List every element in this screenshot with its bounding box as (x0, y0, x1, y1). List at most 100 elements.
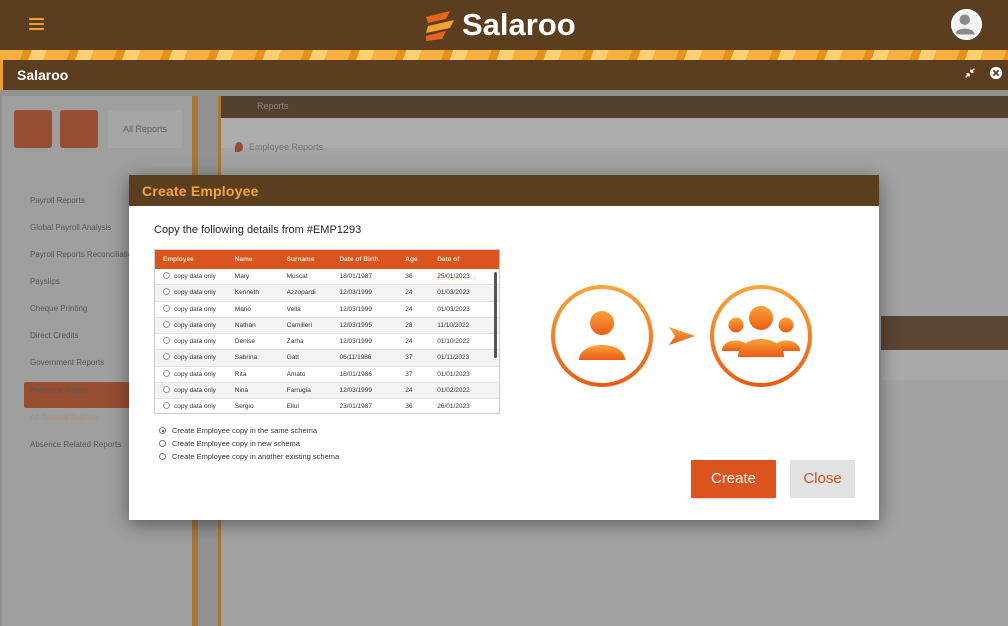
table-row[interactable]: copy data only Denise Zarha 12/03/1999 24 01/… (155, 334, 499, 351)
create-employee-dialog: Create Employee Copy the following detai… (129, 175, 879, 520)
radio-button[interactable] (159, 440, 166, 447)
grid-cell: Kenneth (234, 289, 259, 297)
grid-cell: Zarha (286, 338, 304, 346)
decorative-stripe (0, 50, 1008, 60)
copy-data-option[interactable]: copy data only (155, 318, 227, 333)
copy-data-option[interactable]: copy data only (155, 350, 227, 365)
grid-cell: Amato (286, 370, 306, 378)
table-row[interactable]: copy data only Mary Muscat 18/01/1987 36 25/0… (155, 269, 499, 286)
grid-column-header[interactable]: Surname (279, 250, 332, 269)
copy-option-1[interactable]: Create Employee copy in the same schema (159, 424, 339, 437)
grid-cell: Nina (234, 387, 249, 395)
grid-cell: Nathan (234, 321, 256, 329)
grid-cell: 37 (405, 354, 413, 362)
grid-cell: 25/01/2023 (437, 273, 470, 280)
table-row[interactable]: copy data only Sergio Ellul 23/01/1987 36 26/… (155, 399, 499, 413)
table-row[interactable]: copy data only Nina Farrugia 12/03/1999 24 01… (155, 383, 499, 400)
grid-cell: 24 (405, 305, 413, 313)
grid-cell: 36 (405, 273, 413, 280)
close-icon[interactable] (988, 66, 1004, 82)
row-radio[interactable] (163, 288, 170, 296)
menu-icon[interactable] (29, 18, 44, 31)
copy-illustration (551, 285, 812, 387)
copy-data-option[interactable]: copy data only (155, 367, 227, 382)
table-row[interactable]: copy data only Mario Vella 12/03/1999 24 01/0… (155, 302, 499, 318)
grid-cell: 24 (405, 289, 413, 297)
radio-button[interactable] (159, 453, 166, 460)
close-button[interactable]: Close (790, 460, 855, 498)
grid-cell: Mario (234, 305, 252, 313)
row-option-label: copy data only (174, 273, 216, 280)
radio-label: Create Employee copy in new schema (172, 439, 300, 448)
table-row[interactable]: copy data only Nathan Camilleri 12/03/1995 2… (155, 317, 499, 335)
row-radio[interactable] (163, 353, 170, 361)
salaroo-logo-icon (426, 11, 454, 41)
table-row[interactable]: copy data only Sabrina Gatt 06/11/1986 37 01/… (155, 350, 499, 367)
grid-cell: 26/01/2023 (437, 403, 470, 411)
copy-option-3[interactable]: Create Employee copy in another existing… (159, 450, 339, 463)
grid-cell: 18/01/1987 (339, 273, 373, 280)
grid-column-header[interactable]: Date of Employment (429, 250, 499, 282)
grid-cell: Vella (286, 305, 301, 313)
row-radio[interactable] (163, 272, 170, 279)
grid-cell: 12/03/1999 (339, 387, 373, 395)
grid-cell: 36 (405, 403, 413, 411)
grid-column-header[interactable]: Age (397, 250, 429, 269)
row-radio[interactable] (163, 369, 170, 377)
grid-cell: Muscat (286, 273, 308, 280)
copy-option-group: Create Employee copy in the same schema C… (159, 424, 339, 463)
user-avatar-icon[interactable] (951, 9, 982, 40)
copy-data-option[interactable]: copy data only (155, 334, 227, 349)
employee-grid: Employee Name Surname Date of Birth Age Date … (154, 249, 500, 414)
grid-cell: 18/01/1986 (339, 370, 373, 378)
grid-cell: 37 (405, 370, 413, 378)
user-group-icon (710, 285, 812, 387)
row-option-label: copy data only (174, 305, 216, 313)
grid-cell: 28 (405, 321, 413, 329)
create-button[interactable]: Create (691, 460, 776, 498)
grid-column-header[interactable]: Name (227, 250, 279, 269)
row-radio[interactable] (163, 337, 170, 345)
window-title: Salaroo (17, 67, 69, 83)
grid-cell: 01/03/2023 (437, 289, 470, 297)
grid-cell: Ellul (286, 403, 299, 411)
arrow-right-icon (669, 327, 695, 345)
radio-label: Create Employee copy in another existing… (172, 452, 340, 461)
row-radio[interactable] (163, 402, 170, 410)
grid-cell: Denise (234, 338, 256, 346)
grid-cell: 01/11/2023 (437, 354, 470, 362)
grid-column-header[interactable]: Date of Birth (331, 250, 397, 269)
radio-label: Create Employee copy in the same schema (172, 426, 318, 435)
grid-header: Employee Name Surname Date of Birth Age Date … (155, 250, 499, 282)
copy-data-option[interactable]: copy data only (155, 302, 227, 317)
copy-data-option[interactable]: copy data only (155, 269, 227, 284)
table-row[interactable]: copy data only Rita Amato 18/01/1986 37 01/01… (155, 367, 499, 384)
grid-cell: Mary (234, 273, 250, 280)
grid-column-header[interactable]: Employee (155, 250, 227, 269)
grid-body: copy data only Mary Muscat 18/01/1987 36 25/0… (155, 269, 499, 413)
grid-cell: 01/10/2022 (437, 338, 470, 346)
grid-scrollbar[interactable] (494, 272, 497, 358)
grid-cell: Rita (234, 370, 247, 378)
row-radio[interactable] (163, 386, 170, 394)
grid-cell: 23/01/1987 (339, 403, 373, 411)
grid-cell: 11/10/2022 (437, 321, 470, 329)
grid-cell: Camilleri (286, 321, 312, 329)
table-row[interactable]: copy data only Kenneth Azzopardi 12/03/1999… (155, 285, 499, 302)
grid-cell: 12/03/1999 (339, 305, 373, 313)
row-option-label: copy data only (174, 289, 216, 297)
grid-cell: Azzopardi (286, 289, 316, 297)
row-option-label: copy data only (174, 338, 216, 346)
row-radio[interactable] (163, 304, 170, 312)
top-app-bar: Salaroo (0, 0, 1008, 50)
grid-cell: 12/03/1999 (339, 338, 373, 346)
copy-data-option[interactable]: copy data only (155, 399, 227, 413)
row-option-label: copy data only (174, 354, 216, 362)
radio-button[interactable] (159, 427, 166, 434)
copy-option-2[interactable]: Create Employee copy in new schema (159, 437, 339, 450)
row-option-label: copy data only (174, 387, 216, 395)
copy-data-option[interactable]: copy data only (155, 285, 227, 300)
copy-data-option[interactable]: copy data only (155, 383, 227, 398)
row-radio[interactable] (163, 320, 170, 328)
minimize-icon[interactable] (962, 66, 978, 82)
